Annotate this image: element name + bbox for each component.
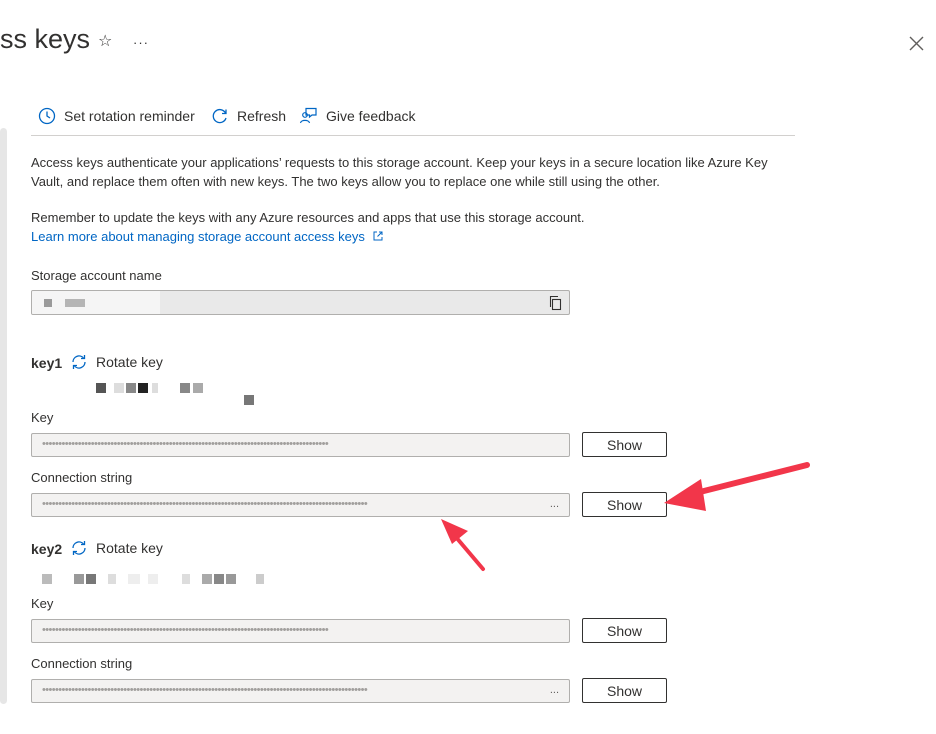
clock-icon	[38, 107, 56, 125]
copy-icon[interactable]	[548, 295, 563, 311]
key2-connection-label: Connection string	[31, 656, 133, 671]
annotation-arrow-up	[441, 519, 485, 571]
close-icon[interactable]	[906, 33, 928, 55]
key1-title: key1	[31, 355, 63, 371]
key1-rotate-label: Rotate key	[96, 354, 163, 370]
key2-title: key2	[31, 541, 63, 557]
key1-show-connection-button[interactable]: Show	[582, 492, 667, 517]
give-feedback-label: Give feedback	[326, 108, 416, 124]
feedback-icon	[299, 107, 317, 124]
key1-rotate-button[interactable]: Rotate key	[70, 353, 163, 371]
star-icon[interactable]: ☆	[98, 32, 112, 52]
intro-paragraph: Access keys authenticate your applicatio…	[31, 155, 768, 189]
set-rotation-reminder-button[interactable]: Set rotation reminder	[38, 105, 195, 127]
refresh-button[interactable]: Refresh	[211, 105, 286, 127]
key1-key-value: ••••••••••••••••••••••••••••••••••••••••…	[42, 438, 329, 450]
key2-show-connection-button[interactable]: Show	[582, 678, 667, 703]
storage-account-name-field[interactable]	[31, 290, 570, 315]
key2-rotate-button[interactable]: Rotate key	[70, 539, 163, 557]
key2-connection-ellipsis: ...	[549, 684, 559, 696]
key1-connection-value: ••••••••••••••••••••••••••••••••••••••••…	[42, 498, 368, 510]
key2-show-key-button[interactable]: Show	[582, 618, 667, 643]
refresh-label: Refresh	[237, 108, 287, 124]
key2-key-value: ••••••••••••••••••••••••••••••••••••••••…	[42, 624, 329, 636]
refresh-icon	[212, 108, 227, 124]
key2-rotate-label: Rotate key	[96, 540, 163, 556]
key2-key-label: Key	[31, 596, 54, 611]
key1-connection-label: Connection string	[31, 470, 133, 485]
redacted-key1-timestamp	[90, 380, 265, 408]
scrollbar[interactable]	[0, 128, 7, 704]
key1-key-field[interactable]: ••••••••••••••••••••••••••••••••••••••••…	[31, 433, 570, 457]
redacted-key2-timestamp	[36, 572, 271, 586]
external-link-icon	[373, 231, 382, 241]
key2-key-field[interactable]: ••••••••••••••••••••••••••••••••••••••••…	[31, 619, 570, 643]
key1-connection-field[interactable]: ••••••••••••••••••••••••••••••••••••••••…	[31, 493, 570, 517]
set-rotation-reminder-label: Set rotation reminder	[64, 108, 195, 124]
rotate-icon	[72, 355, 86, 369]
storage-account-name-label: Storage account name	[31, 268, 162, 283]
more-options-icon[interactable]: ···	[133, 33, 149, 53]
key1-show-key-button[interactable]: Show	[582, 432, 667, 457]
give-feedback-button[interactable]: Give feedback	[298, 105, 416, 127]
key2-connection-value: ••••••••••••••••••••••••••••••••••••••••…	[42, 684, 368, 696]
annotation-arrow-right	[664, 462, 810, 511]
rotate-icon	[72, 541, 86, 555]
redacted-account-name	[32, 291, 160, 314]
learn-more-container: Learn more about managing storage accoun…	[31, 227, 791, 246]
page-title: ss keys	[0, 24, 91, 54]
key1-key-label: Key	[31, 410, 54, 425]
toolbar-divider	[31, 135, 795, 136]
key1-connection-ellipsis: ...	[549, 498, 559, 510]
key2-connection-field[interactable]: ••••••••••••••••••••••••••••••••••••••••…	[31, 679, 570, 703]
reminder-paragraph: Remember to update the keys with any Azu…	[31, 210, 585, 225]
learn-more-link[interactable]: Learn more about managing storage accoun…	[31, 229, 365, 244]
